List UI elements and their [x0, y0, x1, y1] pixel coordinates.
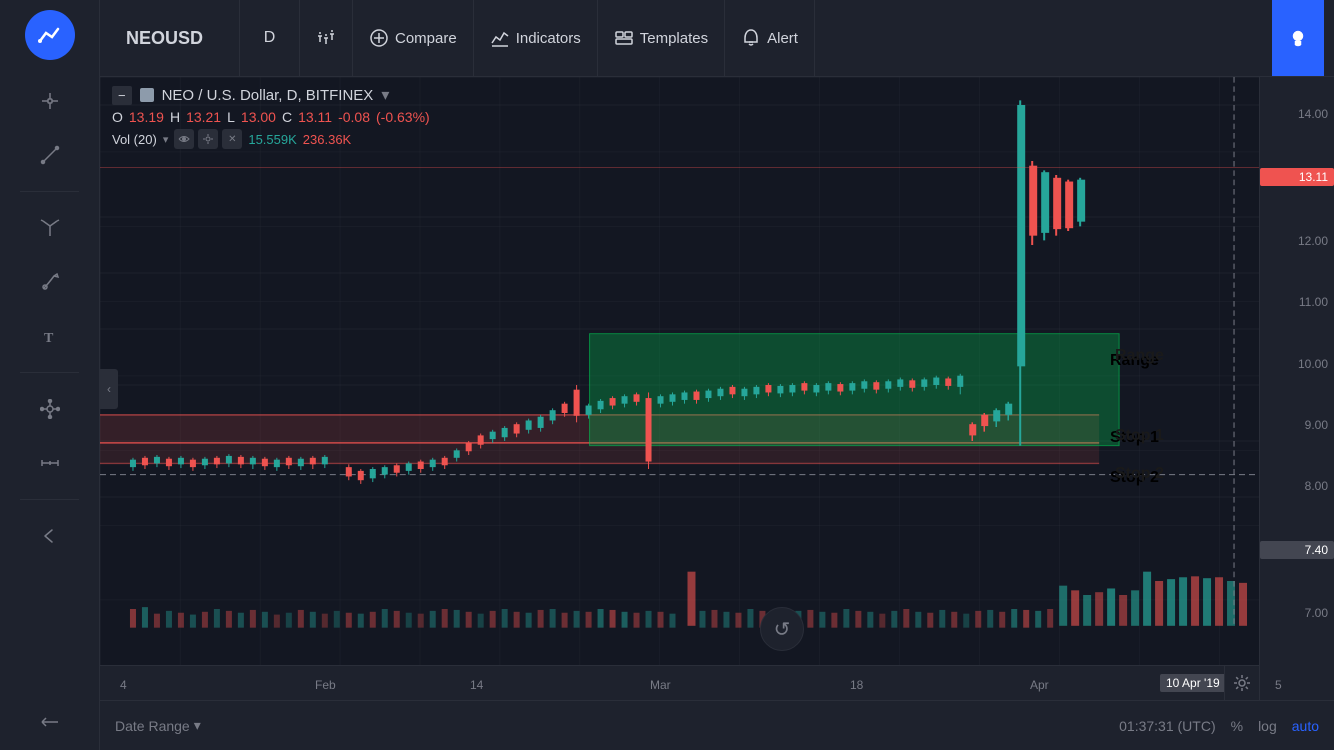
- vol-settings-icon[interactable]: [198, 129, 218, 149]
- open-value: 13.19: [129, 109, 164, 125]
- main-content: NEOUSD D Compare: [100, 0, 1334, 750]
- price-12: 12.00: [1260, 234, 1334, 248]
- time-axis: 4 Feb 14 Mar 18 Apr 10 Apr '19 5: [100, 665, 1259, 700]
- price-9: 9.00: [1260, 418, 1334, 432]
- collapse-button[interactable]: −: [112, 86, 132, 105]
- chart-info: − NEO / U.S. Dollar, D, BITFINEX ▾ O 13.…: [100, 77, 442, 157]
- chart-area[interactable]: Range Stop 1 Stop 2 − NEO / U.S. Dollar,…: [100, 77, 1334, 700]
- candlestick-chart-svg: [100, 77, 1259, 665]
- indicators-label: Indicators: [516, 30, 581, 47]
- dropdown-arrow[interactable]: ▾: [381, 85, 389, 105]
- measure-tool[interactable]: [32, 445, 68, 481]
- vol-close-icon[interactable]: ✕: [222, 129, 242, 149]
- price-dashed: 7.40: [1260, 541, 1334, 559]
- chart-type-button[interactable]: [300, 0, 353, 76]
- price-8: 8.00: [1260, 479, 1334, 493]
- reset-zoom-button[interactable]: ↺: [760, 607, 804, 651]
- auto-button[interactable]: auto: [1292, 718, 1319, 734]
- time-feb: Feb: [315, 678, 336, 692]
- svg-text:T: T: [44, 331, 54, 346]
- chart-wrapper: Range Stop 1 Stop 2 − NEO / U.S. Dollar,…: [100, 77, 1334, 750]
- brush-tool[interactable]: [32, 264, 68, 300]
- time-active: 10 Apr '19: [1160, 674, 1226, 692]
- symbol-text: NEOUSD: [126, 28, 203, 49]
- crosshair-tool[interactable]: [32, 83, 68, 119]
- vol-value1: 15.559K: [248, 132, 296, 147]
- time-18: 18: [850, 678, 863, 692]
- vol-dropdown[interactable]: ▾: [163, 133, 169, 146]
- alert-label: Alert: [767, 30, 798, 47]
- price-change: -0.08: [338, 109, 370, 125]
- timeframe-text: D: [264, 29, 276, 47]
- price-axis: 14.00 13.11 12.00 11.00 10.00 9.00 8.00 …: [1259, 77, 1334, 700]
- close-value: 13.11: [298, 109, 332, 125]
- open-label: O: [112, 109, 123, 125]
- scroll-left-button[interactable]: ‹: [100, 369, 118, 409]
- vol-icons: ✕: [174, 129, 242, 149]
- high-value: 13.21: [186, 109, 221, 125]
- divider3: [20, 499, 79, 500]
- symbol-selector[interactable]: NEOUSD: [110, 0, 240, 76]
- zoom-tool[interactable]: [32, 704, 68, 740]
- price-14: 14.00: [1260, 107, 1334, 121]
- divider2: [20, 372, 79, 373]
- time-5: 5: [1275, 678, 1282, 692]
- timeframe-selector[interactable]: D: [240, 0, 300, 76]
- vol-value2: 236.36K: [303, 132, 351, 147]
- vol-eye-icon[interactable]: [174, 129, 194, 149]
- templates-button[interactable]: Templates: [598, 0, 725, 76]
- price-11: 11.00: [1260, 295, 1334, 309]
- bottom-right-controls: 01:37:31 (UTC) % log auto: [1119, 718, 1319, 734]
- back-tool[interactable]: [32, 518, 68, 554]
- indicators-button[interactable]: Indicators: [474, 0, 598, 76]
- alert-button[interactable]: Alert: [725, 0, 815, 76]
- price-change-pct: (-0.63%): [376, 109, 430, 125]
- node-tool[interactable]: [32, 391, 68, 427]
- time-apr: Apr: [1030, 678, 1049, 692]
- compare-button[interactable]: Compare: [353, 0, 474, 76]
- ohlc-bar: O 13.19 H 13.21 L 13.00 C 13.11 -0.08 (-…: [112, 109, 430, 125]
- chart-time: 01:37:31 (UTC): [1119, 718, 1215, 734]
- time-4: 4: [120, 678, 127, 692]
- date-range-chevron: ▾: [194, 717, 201, 734]
- vol-label: Vol (20): [112, 132, 157, 147]
- symbol-icon: [140, 88, 154, 102]
- fork-tool[interactable]: [32, 210, 68, 246]
- time-14: 14: [470, 678, 483, 692]
- date-range-button[interactable]: Date Range ▾: [115, 717, 201, 734]
- price-10: 10.00: [1260, 357, 1334, 371]
- templates-label: Templates: [640, 30, 708, 47]
- low-label: L: [227, 109, 235, 125]
- high-label: H: [170, 109, 180, 125]
- percent-button[interactable]: %: [1231, 718, 1243, 734]
- line-tool[interactable]: [32, 137, 68, 173]
- chart-svg-container: Range Stop 1 Stop 2: [100, 77, 1259, 665]
- date-range-label: Date Range: [115, 718, 190, 734]
- volume-row: Vol (20) ▾ ✕ 15.559K 236.36K: [112, 129, 430, 149]
- log-button[interactable]: log: [1258, 718, 1277, 734]
- time-mar: Mar: [650, 678, 671, 692]
- chart-settings-icon[interactable]: [1224, 665, 1259, 700]
- price-7: 7.00: [1260, 606, 1334, 620]
- left-toolbar: T: [0, 0, 100, 750]
- bottom-bar: Date Range ▾ 01:37:31 (UTC) % log auto: [100, 700, 1334, 750]
- idea-button[interactable]: [1272, 0, 1324, 76]
- text-tool[interactable]: T: [32, 318, 68, 354]
- price-current: 13.11: [1260, 168, 1334, 186]
- low-value: 13.00: [241, 109, 276, 125]
- close-label: C: [282, 109, 292, 125]
- top-bar: NEOUSD D Compare: [100, 0, 1334, 77]
- logo: [25, 10, 75, 60]
- divider: [20, 191, 79, 192]
- chart-title: NEO / U.S. Dollar, D, BITFINEX: [162, 87, 374, 104]
- compare-label: Compare: [395, 30, 457, 47]
